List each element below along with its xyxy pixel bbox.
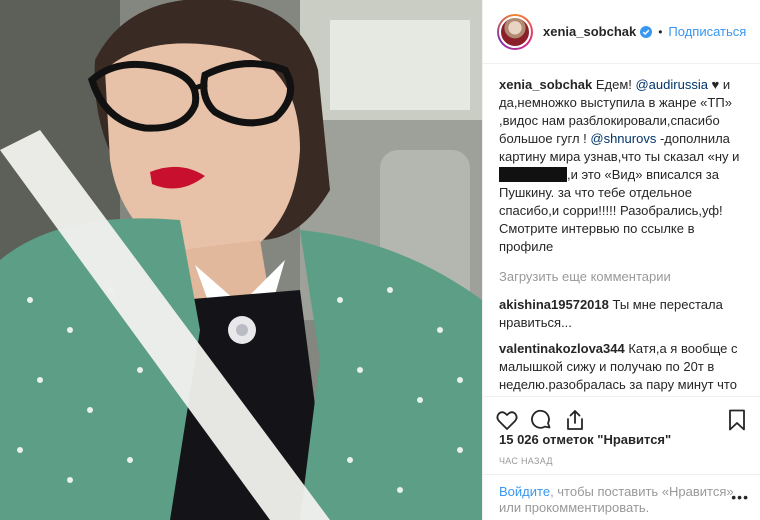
list-item: valentinakozlova344 Катя,а я вообще с ма… bbox=[499, 340, 745, 396]
heart-icon[interactable] bbox=[495, 408, 519, 432]
header-username[interactable]: xenia_sobchak bbox=[543, 24, 636, 39]
more-options-button[interactable]: ••• bbox=[731, 489, 749, 505]
header-separator: • bbox=[658, 24, 663, 39]
share-icon[interactable] bbox=[563, 408, 587, 432]
selfie-in-car-image bbox=[0, 0, 482, 520]
list-item: akishina19572018 Ты мне перестала нравит… bbox=[499, 296, 745, 332]
avatar[interactable] bbox=[497, 13, 533, 50]
post-caption: xenia_sobchak Едем! @audirussia ♥ и да,н… bbox=[499, 76, 745, 256]
redaction-bar bbox=[499, 167, 567, 182]
verified-badge-icon bbox=[640, 25, 653, 38]
action-bar bbox=[483, 396, 760, 436]
caption-username[interactable]: xenia_sobchak bbox=[499, 77, 592, 92]
mention-link[interactable]: @shnurovs bbox=[590, 131, 656, 146]
comment-username[interactable]: akishina19572018 bbox=[499, 297, 609, 312]
login-prompt: Войдите, чтобы поставить «Нравится» или … bbox=[483, 474, 760, 520]
comments-list: xenia_sobchak Едем! @audirussia ♥ и да,н… bbox=[483, 64, 760, 396]
post-timestamp: ЧАС НАЗАД bbox=[499, 456, 553, 466]
bookmark-icon[interactable] bbox=[725, 408, 749, 432]
post-photo[interactable] bbox=[0, 0, 482, 520]
login-link[interactable]: Войдите bbox=[499, 484, 550, 499]
post-header: xenia_sobchak • Подписаться bbox=[483, 0, 760, 64]
follow-button[interactable]: Подписаться bbox=[668, 24, 746, 39]
caption-text: Едем! bbox=[592, 77, 636, 92]
comment-username[interactable]: valentinakozlova344 bbox=[499, 341, 625, 356]
login-prompt-text: , чтобы поставить «Нравится» bbox=[550, 484, 734, 499]
post-side-panel: xenia_sobchak • Подписаться xenia_sobcha… bbox=[482, 0, 760, 520]
comment-icon[interactable] bbox=[529, 408, 553, 432]
login-prompt-text: или прокомментировать. bbox=[499, 500, 650, 515]
load-more-comments-button[interactable]: Загрузить еще комментарии bbox=[499, 268, 745, 286]
likes-count[interactable]: 15 026 отметок "Нравится" bbox=[499, 432, 671, 447]
mention-link[interactable]: @audirussia bbox=[635, 77, 707, 92]
